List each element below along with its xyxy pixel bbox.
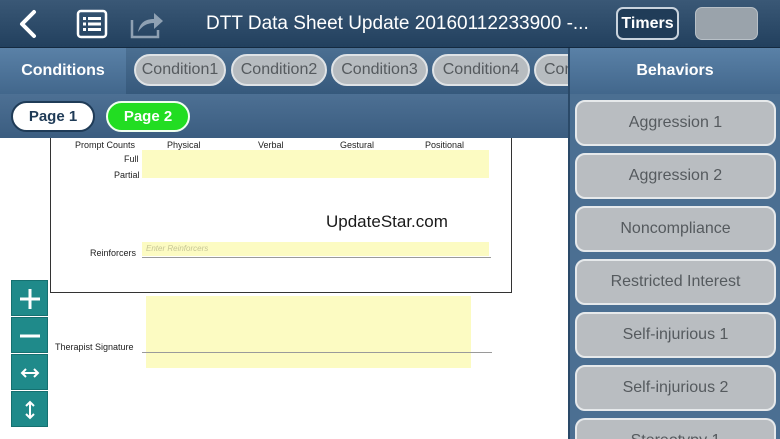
signature-underline xyxy=(142,352,492,353)
timers-button[interactable]: Timers xyxy=(616,7,679,40)
plus-icon xyxy=(20,289,40,309)
reinforcers-underline xyxy=(142,257,491,258)
prompt-type-verbal: Verbal xyxy=(258,140,284,150)
behaviors-header: Behaviors xyxy=(570,48,780,94)
condition-chip-5[interactable]: Con xyxy=(534,54,568,86)
therapist-signature-label: Therapist Signature xyxy=(55,342,134,352)
behavior-self-injurious-1[interactable]: Self-injurious 1 xyxy=(575,312,776,358)
behaviors-panel: Behaviors Aggression 1 Aggression 2 Nonc… xyxy=(568,48,780,439)
conditions-label: Conditions xyxy=(0,48,126,94)
page-1-tab[interactable]: Page 1 xyxy=(11,101,95,132)
list-button[interactable] xyxy=(76,9,108,39)
prompt-type-physical: Physical xyxy=(167,140,201,150)
condition-chip-1[interactable]: Condition1 xyxy=(134,54,226,86)
data-sheet-document: Prompt Counts Physical Verbal Gestural P… xyxy=(0,138,568,439)
fit-height-button[interactable] xyxy=(11,391,48,427)
reinforcers-input[interactable]: Enter Reinforcers xyxy=(142,242,489,256)
share-icon xyxy=(130,13,163,39)
behavior-restricted-interest[interactable]: Restricted Interest xyxy=(575,259,776,305)
condition-chip-4[interactable]: Condition4 xyxy=(432,54,530,86)
signature-field[interactable] xyxy=(146,296,471,368)
prompt-type-positional: Positional xyxy=(425,140,465,150)
prompt-type-gestural: Gestural xyxy=(340,140,375,150)
watermark: UpdateStar.com xyxy=(326,212,448,231)
page-tabs-bar: Page 1 Page 2 xyxy=(0,94,568,138)
behavior-aggression-1[interactable]: Aggression 1 xyxy=(575,100,776,146)
partial-label: Partial xyxy=(114,170,140,180)
conditions-bar: Conditions Condition1 Condition2 Conditi… xyxy=(0,48,568,94)
fit-width-button[interactable] xyxy=(11,354,48,390)
share-button[interactable] xyxy=(128,8,166,40)
prompt-counts-label: Prompt Counts xyxy=(75,140,136,150)
zoom-in-button[interactable] xyxy=(11,280,48,316)
prompt-counts-field[interactable] xyxy=(142,150,489,178)
top-bar: DTT Data Sheet Update 20160112233900 -..… xyxy=(0,0,780,48)
full-label: Full xyxy=(124,154,139,164)
page-title: DTT Data Sheet Update 20160112233900 -..… xyxy=(206,13,589,34)
page-2-tab[interactable]: Page 2 xyxy=(106,101,190,132)
behavior-stereotypy-1[interactable]: Stereotypy 1 xyxy=(575,418,776,439)
behavior-aggression-2[interactable]: Aggression 2 xyxy=(575,153,776,199)
condition-chip-3[interactable]: Condition3 xyxy=(331,54,428,86)
minus-icon xyxy=(20,334,40,338)
chevron-left-icon xyxy=(20,10,36,38)
horizontal-arrows-icon xyxy=(20,368,40,378)
reinforcers-label: Reinforcers xyxy=(90,248,137,258)
back-button[interactable] xyxy=(14,8,44,40)
list-icon xyxy=(76,9,108,39)
blank-button[interactable] xyxy=(695,7,758,40)
vertical-arrows-icon xyxy=(25,400,35,420)
condition-chip-2[interactable]: Condition2 xyxy=(231,54,327,86)
behavior-self-injurious-2[interactable]: Self-injurious 2 xyxy=(575,365,776,411)
zoom-out-button[interactable] xyxy=(11,317,48,353)
behavior-noncompliance[interactable]: Noncompliance xyxy=(575,206,776,252)
